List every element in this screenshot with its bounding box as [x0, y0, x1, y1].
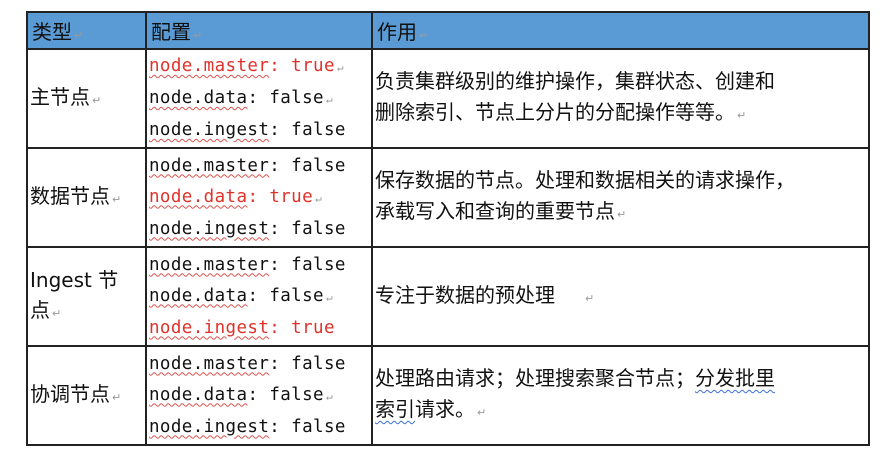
config-line: node.data: false ↵: [149, 384, 334, 405]
table-row: 主节点 ↵ node.master: true ↵ node.data: false…: [26, 48, 870, 149]
purpose-line: 承载写入和查询的重要节点 ↵: [375, 199, 627, 223]
config-line: node.data: true ↵: [149, 186, 323, 207]
config-cell: node.master: false node.data: false ↵ nod…: [145, 345, 373, 446]
purpose-line: 保存数据的节点。处理和数据相关的请求操作，: [375, 168, 795, 192]
table-row: Ingest 节 点 ↵ node.master: false node.data…: [26, 246, 870, 347]
header-row: 类型 ↵ 配置 ↵ 作用 ↵: [26, 11, 870, 50]
config-line: node.master: false: [149, 254, 346, 275]
config-cell: node.master: false node.data: false ↵ nod…: [145, 246, 373, 347]
config-line: node.master: false: [149, 353, 346, 374]
config-line: node.ingest: false: [149, 218, 346, 239]
purpose-cell: 专注于数据的预处理 ↵: [371, 246, 870, 347]
config-line: node.master: true ↵: [149, 56, 344, 76]
config-cell: node.master: true ↵ node.data: false ↵ nod…: [145, 48, 373, 149]
table-row: 数据节点 ↵ node.master: false node.data: true…: [26, 147, 870, 248]
config-line: node.master: false: [149, 155, 346, 176]
purpose-line: 处理路由请求；处理搜索聚合节点；分发批里: [375, 366, 775, 390]
config-line: node.data: false ↵: [149, 285, 334, 306]
config-cell: node.master: false node.data: true ↵ node…: [145, 147, 373, 248]
config-line: node.ingest: false: [149, 120, 346, 140]
purpose-cell: 处理路由请求；处理搜索聚合节点；分发批里 索引请求。 ↵: [371, 345, 870, 446]
purpose-line: 删除索引、节点上分片的分配操作等等。 ↵: [375, 100, 747, 124]
type-cell: 数据节点 ↵: [26, 147, 147, 248]
table-row: 协调节点 ↵ node.master: false node.data: fals…: [26, 345, 870, 446]
header-type: 类型 ↵: [26, 11, 147, 50]
purpose-line: 专注于数据的预处理 ↵: [375, 282, 595, 307]
config-line: node.ingest: true: [149, 317, 335, 338]
config-line: node.ingest: false: [149, 416, 346, 437]
node-type-table: 类型 ↵ 配置 ↵ 作用 ↵ 主节点 ↵ node.master: true ↵ node…: [26, 11, 870, 446]
header-purpose: 作用 ↵: [371, 11, 870, 50]
purpose-cell: 保存数据的节点。处理和数据相关的请求操作， 承载写入和查询的重要节点 ↵: [371, 147, 870, 248]
purpose-line: 索引请求。 ↵: [375, 397, 487, 421]
purpose-cell: 负责集群级别的维护操作，集群状态、创建和 删除索引、节点上分片的分配操作等等。 ↵: [371, 48, 870, 149]
header-config: 配置 ↵: [145, 11, 373, 50]
type-cell: 协调节点 ↵: [26, 345, 147, 446]
type-cell: Ingest 节 点 ↵: [26, 246, 147, 347]
type-cell: 主节点 ↵: [26, 48, 147, 149]
purpose-line: 负责集群级别的维护操作，集群状态、创建和: [375, 69, 775, 93]
config-line: node.data: false ↵: [149, 88, 334, 108]
